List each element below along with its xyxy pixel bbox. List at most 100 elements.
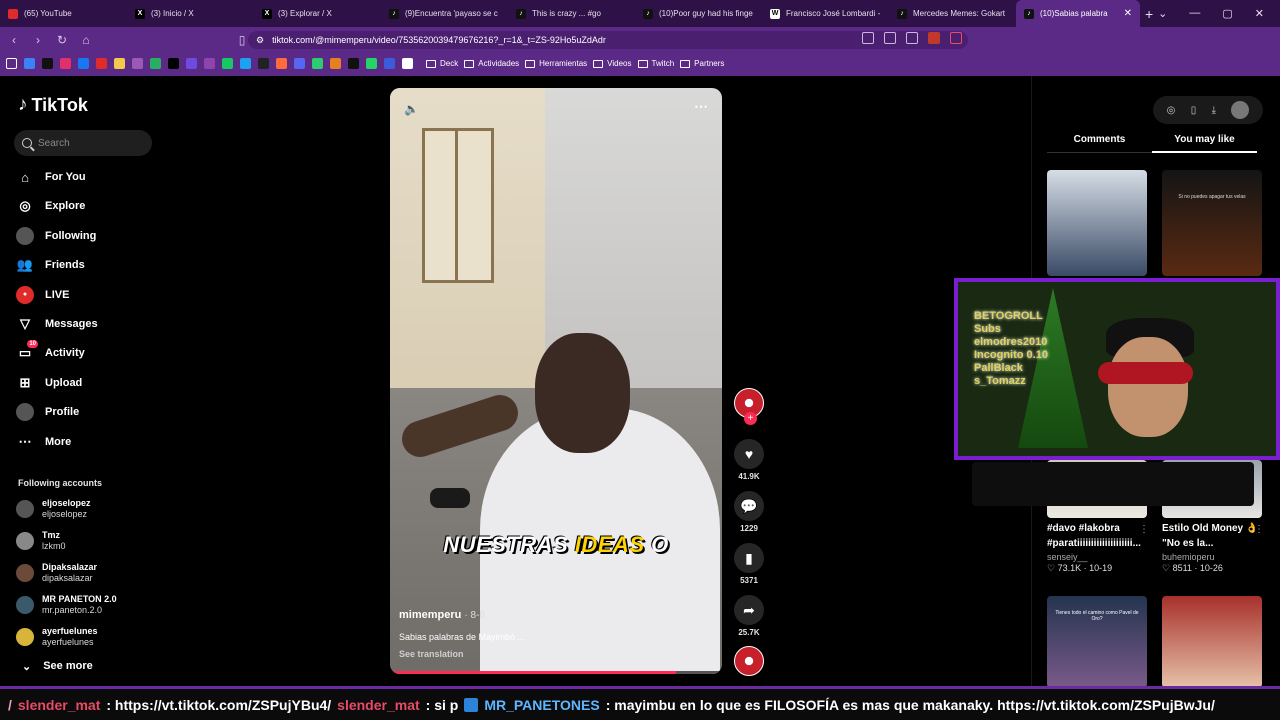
- close-window-icon[interactable]: ✕: [1255, 7, 1264, 20]
- following-account[interactable]: Tmz lzkm0: [16, 530, 66, 552]
- device-icon[interactable]: ▯: [1191, 105, 1197, 116]
- tab-search-icon[interactable]: ⌄: [1158, 7, 1167, 20]
- bookmark-favicon[interactable]: [330, 58, 341, 69]
- bookmark-folder[interactable]: Videos: [593, 59, 632, 68]
- apps-grid-icon[interactable]: [6, 58, 17, 69]
- bookmark-folder[interactable]: Partners: [680, 59, 724, 68]
- bookmark-save-icon[interactable]: ▮: [734, 543, 764, 573]
- bookmark-favicon[interactable]: [402, 58, 413, 69]
- video-author[interactable]: mimemperu · 8-6: [399, 609, 699, 621]
- sound-disc[interactable]: [732, 646, 766, 676]
- bookmark-favicon[interactable]: [312, 58, 323, 69]
- card-more-icon[interactable]: ⋮: [1139, 524, 1149, 535]
- tab-you-may-like[interactable]: You may like: [1152, 134, 1257, 153]
- bookmark-favicon[interactable]: [24, 58, 35, 69]
- bookmark-favicon[interactable]: [384, 58, 395, 69]
- share-action[interactable]: ➦ 25.7K: [732, 595, 766, 637]
- bookmark-favicon[interactable]: [366, 58, 377, 69]
- sidebar-item-activity[interactable]: ▭ 10 Activity: [16, 340, 85, 362]
- sidebar-item-messages[interactable]: ▽ Messages: [16, 315, 98, 333]
- tiktok-logo[interactable]: ♪ TikTok: [18, 94, 88, 116]
- bookmark-folder[interactable]: Actividades: [464, 59, 519, 68]
- browser-tab[interactable]: ♪ This is crazy ... #go: [508, 0, 635, 27]
- bookmark-favicon[interactable]: [222, 58, 233, 69]
- bookmark-favicon[interactable]: [168, 58, 179, 69]
- browser-tab[interactable]: X (3) Inicio / X: [127, 0, 254, 27]
- url-field[interactable]: ⚙ tiktok.com/@mimemperu/video/7535620039…: [248, 31, 968, 49]
- video-more-icon[interactable]: ⋯: [694, 98, 708, 115]
- close-tab-icon[interactable]: ✕: [1124, 8, 1132, 19]
- creator-avatar-image[interactable]: +: [734, 388, 764, 425]
- user-avatar[interactable]: [1231, 101, 1250, 119]
- browser-tab[interactable]: X (3) Explorar / X: [254, 0, 381, 27]
- download-icon[interactable]: ⤓: [1212, 105, 1216, 116]
- browser-tab[interactable]: W Francisco José Lombardi -: [762, 0, 889, 27]
- bookmark-favicon[interactable]: [204, 58, 215, 69]
- bookmark-favicon[interactable]: [258, 58, 269, 69]
- search-input[interactable]: Search: [14, 130, 152, 156]
- sound-disc-icon[interactable]: [734, 646, 764, 676]
- suggested-video-thumb[interactable]: [1162, 596, 1262, 688]
- bookmark-favicon[interactable]: [132, 58, 143, 69]
- bookmark-folder[interactable]: Twitch: [637, 59, 674, 68]
- bookmark-favicon[interactable]: [348, 58, 359, 69]
- card-author[interactable]: senseiy__: [1047, 552, 1157, 562]
- minimize-icon[interactable]: —: [1189, 7, 1200, 20]
- browser-tab[interactable]: ♪ (10)Poor guy had his finge: [635, 0, 762, 27]
- comment-action[interactable]: 💬 1229: [732, 491, 766, 533]
- bookmark-favicon[interactable]: [78, 58, 89, 69]
- sidebar-item-friends[interactable]: 👥 Friends: [16, 256, 85, 274]
- sidebar-item-live[interactable]: ● LIVE: [16, 285, 69, 304]
- cast-icon[interactable]: [884, 32, 896, 44]
- suggested-video-thumb[interactable]: Tienes todo el camino como Pavel de Oro?: [1047, 596, 1147, 688]
- translate-icon[interactable]: [862, 32, 874, 44]
- suggested-video-thumb[interactable]: Si no puedes apagar tus velas: [1162, 170, 1262, 276]
- tab-comments[interactable]: Comments: [1047, 134, 1152, 153]
- sidebar-item-following[interactable]: ◍ Following: [16, 226, 96, 245]
- see-translation-link[interactable]: See translation: [399, 649, 699, 659]
- brave-shield-icon[interactable]: [928, 32, 940, 44]
- bookmark-favicon[interactable]: [276, 58, 287, 69]
- bookmark-folder[interactable]: Herramientas: [525, 59, 587, 68]
- follow-plus-icon[interactable]: +: [744, 412, 757, 425]
- sidebar-item-more[interactable]: ⋯ More: [16, 433, 72, 451]
- bookmark-favicon[interactable]: [42, 58, 53, 69]
- like-action[interactable]: ♥ 41.9K: [732, 439, 766, 481]
- following-account[interactable]: MR PANETON 2.0 mr.paneton.2.0: [16, 594, 117, 616]
- following-account[interactable]: eljoselopez eljoselopez: [16, 498, 91, 520]
- comment-icon[interactable]: 💬: [734, 491, 764, 521]
- bookmark-folder[interactable]: Deck: [426, 59, 458, 68]
- card-author[interactable]: buhemioperu: [1162, 552, 1272, 562]
- video-player[interactable]: 🔈 ⋯ NUESTRAS IDEAS O mimemperu · 8-6 Sab…: [390, 88, 722, 674]
- sidebar-item-for-you[interactable]: ⌂ For You: [16, 168, 85, 186]
- browser-tab-active[interactable]: ♪ (10)Sabias palabra ✕: [1016, 0, 1140, 27]
- maximize-icon[interactable]: ▢: [1222, 7, 1232, 20]
- browser-tab[interactable]: (65) YouTube: [0, 0, 127, 27]
- share-arrow-icon[interactable]: ➦: [734, 595, 764, 625]
- rewards-icon[interactable]: [950, 32, 962, 44]
- video-progress-bar[interactable]: [390, 671, 722, 674]
- bookmark-favicon[interactable]: [60, 58, 71, 69]
- coins-icon[interactable]: ◎: [1167, 105, 1176, 116]
- bookmark-favicon[interactable]: [240, 58, 251, 69]
- new-tab-button[interactable]: +: [1140, 6, 1158, 22]
- suggested-video-thumb[interactable]: [1047, 170, 1147, 276]
- browser-tab[interactable]: ♪ Mercedes Memes: Gokart: [889, 0, 1016, 27]
- home-button-icon[interactable]: ⌂: [76, 33, 96, 47]
- card-more-icon[interactable]: ⋮: [1254, 524, 1264, 535]
- following-account[interactable]: Dipaksalazar dipaksalazar: [16, 562, 97, 584]
- sidebar-item-upload[interactable]: ⊞ Upload: [16, 374, 83, 392]
- bookmark-favicon[interactable]: [96, 58, 107, 69]
- bookmark-favicon[interactable]: [294, 58, 305, 69]
- bookmark-favicon[interactable]: [186, 58, 197, 69]
- share-icon[interactable]: [906, 32, 918, 44]
- forward-icon[interactable]: ›: [28, 33, 48, 47]
- sidebar-item-profile[interactable]: ● Profile: [16, 403, 79, 422]
- sidebar-item-explore[interactable]: ◎ Explore: [16, 197, 85, 215]
- author-name[interactable]: mimemperu: [399, 609, 461, 621]
- reload-icon[interactable]: ↻: [52, 33, 72, 47]
- creator-avatar[interactable]: +: [732, 388, 766, 425]
- site-info-icon[interactable]: ⚙: [256, 35, 264, 46]
- back-icon[interactable]: ‹: [4, 33, 24, 47]
- bookmark-favicon[interactable]: [114, 58, 125, 69]
